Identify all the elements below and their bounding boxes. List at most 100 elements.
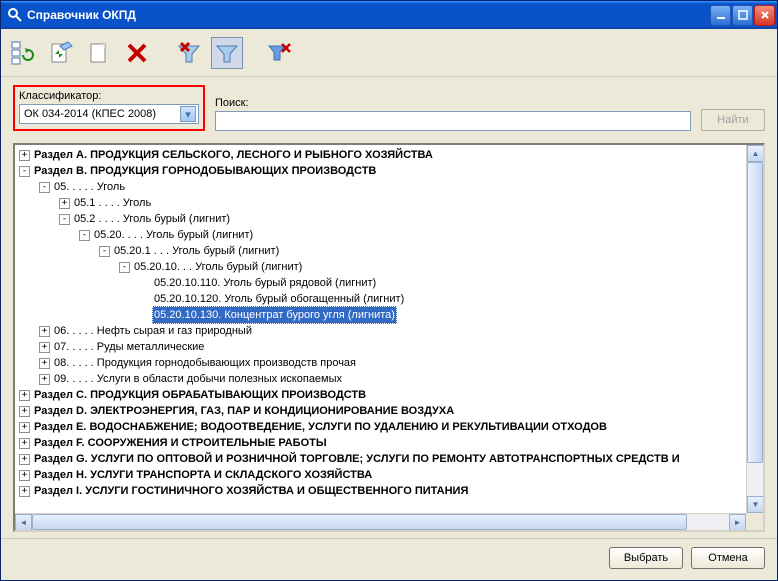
tree-node[interactable]: 05.20.10.110. Уголь бурый рядовой (лигни… xyxy=(19,275,742,291)
horizontal-scrollbar[interactable]: ◄ ► xyxy=(15,513,746,530)
expand-icon[interactable]: + xyxy=(19,454,30,465)
tree-node[interactable]: -05.20.1 . . . Уголь бурый (лигнит) xyxy=(19,243,742,259)
tree-node-label: Раздел D. ЭЛЕКТРОЭНЕРГИЯ, ГАЗ, ПАР И КОН… xyxy=(34,403,454,419)
tree-node-label: 05.20.1 . . . Уголь бурый (лигнит) xyxy=(114,243,279,259)
tree-node[interactable]: +08. . . . . Продукция горнодобывающих п… xyxy=(19,355,742,371)
scroll-corner xyxy=(746,513,763,530)
scroll-thumb[interactable] xyxy=(32,514,687,530)
collapse-icon[interactable]: - xyxy=(59,214,70,225)
expand-icon[interactable]: + xyxy=(39,358,50,369)
tree-node-label: Раздел H. УСЛУГИ ТРАНСПОРТА И СКЛАДСКОГО… xyxy=(34,467,372,483)
filter-panel: Классификатор: ОК 034-2014 (КПЕС 2008) ▾… xyxy=(1,77,777,143)
minimize-button[interactable] xyxy=(710,5,731,26)
expand-icon[interactable]: + xyxy=(19,470,30,481)
dialog-footer: Выбрать Отмена xyxy=(1,538,777,580)
tree-node[interactable]: 05.20.10.120. Уголь бурый обогащенный (л… xyxy=(19,291,742,307)
tree-node[interactable]: + Раздел D. ЭЛЕКТРОЭНЕРГИЯ, ГАЗ, ПАР И КО… xyxy=(19,403,742,419)
titlebar[interactable]: Справочник ОКПД xyxy=(1,1,777,29)
tree-node-label: 05.20. . . . Уголь бурый (лигнит) xyxy=(94,227,253,243)
expand-icon[interactable]: + xyxy=(39,326,50,337)
tree-node-label: 05. . . . . Уголь xyxy=(54,179,125,195)
delete-button[interactable] xyxy=(121,37,153,69)
tree-node[interactable]: + Раздел F. СООРУЖЕНИЯ И СТРОИТЕЛЬНЫЕ РАБ… xyxy=(19,435,742,451)
classifier-value: ОК 034-2014 (КПЕС 2008) xyxy=(24,108,156,120)
scroll-down-icon[interactable]: ▼ xyxy=(747,496,764,513)
tree-node[interactable]: +05.1 . . . . Уголь xyxy=(19,195,742,211)
tree-node-label: Раздел B. ПРОДУКЦИЯ ГОРНОДОБЫВАЮЩИХ ПРОИ… xyxy=(34,163,376,179)
tree-node[interactable]: -05.20. . . . Уголь бурый (лигнит) xyxy=(19,227,742,243)
tree-node-label: Раздел G. УСЛУГИ ПО ОПТОВОЙ И РОЗНИЧНОЙ … xyxy=(34,451,680,467)
search-label: Поиск: xyxy=(215,97,691,109)
scroll-right-icon[interactable]: ► xyxy=(729,514,746,531)
filter-clear-button[interactable] xyxy=(173,37,205,69)
expand-icon[interactable]: + xyxy=(39,374,50,385)
cancel-button[interactable]: Отмена xyxy=(691,547,765,569)
expand-icon[interactable]: + xyxy=(19,438,30,449)
tree-node[interactable]: -05. . . . . Уголь xyxy=(19,179,742,195)
refresh-tree-button[interactable] xyxy=(7,37,39,69)
filter-settings-button[interactable] xyxy=(263,37,295,69)
tree-node-label: Раздел C. ПРОДУКЦИЯ ОБРАБАТЫВАЮЩИХ ПРОИЗ… xyxy=(34,387,366,403)
scroll-up-icon[interactable]: ▲ xyxy=(747,145,764,162)
tree-container: + Раздел A. ПРОДУКЦИЯ СЕЛЬСКОГО, ЛЕСНОГО … xyxy=(13,143,765,532)
collapse-icon[interactable]: - xyxy=(79,230,90,241)
tree-node[interactable]: +09. . . . . Услуги в области добычи пол… xyxy=(19,371,742,387)
close-button[interactable] xyxy=(754,5,775,26)
classifier-label: Классификатор: xyxy=(19,90,199,102)
app-icon xyxy=(7,7,23,23)
classifier-select[interactable]: ОК 034-2014 (КПЕС 2008) ▾ xyxy=(19,104,199,124)
tree-node[interactable]: + Раздел H. УСЛУГИ ТРАНСПОРТА И СКЛАДСКОГ… xyxy=(19,467,742,483)
tree-node[interactable]: 05.20.10.130. Концентрат бурого угля (ли… xyxy=(19,307,742,323)
select-button[interactable]: Выбрать xyxy=(609,547,683,569)
tree-node-label: 09. . . . . Услуги в области добычи поле… xyxy=(54,371,342,387)
collapse-icon[interactable]: - xyxy=(119,262,130,273)
tree-node-label: Раздел A. ПРОДУКЦИЯ СЕЛЬСКОГО, ЛЕСНОГО И… xyxy=(34,147,433,163)
scroll-thumb[interactable] xyxy=(747,162,763,463)
tree-node[interactable]: -05.20.10. . . Уголь бурый (лигнит) xyxy=(19,259,742,275)
tree-node[interactable]: + Раздел G. УСЛУГИ ПО ОПТОВОЙ И РОЗНИЧНОЙ… xyxy=(19,451,742,467)
search-group: Поиск: xyxy=(215,97,691,131)
expand-icon[interactable]: + xyxy=(19,390,30,401)
filter-button[interactable] xyxy=(211,37,243,69)
tree-node[interactable]: + Раздел E. ВОДОСНАБЖЕНИЕ; ВОДООТВЕДЕНИЕ,… xyxy=(19,419,742,435)
tree-node-label: Раздел F. СООРУЖЕНИЯ И СТРОИТЕЛЬНЫЕ РАБО… xyxy=(34,435,327,451)
new-button[interactable] xyxy=(83,37,115,69)
find-button[interactable]: Найти xyxy=(701,109,765,131)
tree-node-label: 05.1 . . . . Уголь xyxy=(74,195,151,211)
tree-view[interactable]: + Раздел A. ПРОДУКЦИЯ СЕЛЬСКОГО, ЛЕСНОГО … xyxy=(15,145,746,513)
toolbar xyxy=(1,29,777,77)
vertical-scrollbar[interactable]: ▲ ▼ xyxy=(746,145,763,513)
tree-node-label: 07. . . . . Руды металлические xyxy=(54,339,204,355)
tree-node[interactable]: + Раздел C. ПРОДУКЦИЯ ОБРАБАТЫВАЮЩИХ ПРОИ… xyxy=(19,387,742,403)
export-button[interactable] xyxy=(45,37,77,69)
expand-icon[interactable]: + xyxy=(59,198,70,209)
expand-icon[interactable]: + xyxy=(19,406,30,417)
search-input[interactable] xyxy=(215,111,691,131)
tree-node-label: Раздел I. УСЛУГИ ГОСТИНИЧНОГО ХОЗЯЙСТВА … xyxy=(34,483,468,499)
tree-node-label: Раздел E. ВОДОСНАБЖЕНИЕ; ВОДООТВЕДЕНИЕ, … xyxy=(34,419,607,435)
tree-node-label: 05.20.10. . . Уголь бурый (лигнит) xyxy=(134,259,302,275)
tree-node[interactable]: -05.2 . . . . Уголь бурый (лигнит) xyxy=(19,211,742,227)
tree-node[interactable]: -Раздел B. ПРОДУКЦИЯ ГОРНОДОБЫВАЮЩИХ ПРО… xyxy=(19,163,742,179)
classifier-group: Классификатор: ОК 034-2014 (КПЕС 2008) ▾ xyxy=(13,85,205,131)
expand-icon[interactable]: + xyxy=(39,342,50,353)
collapse-icon[interactable]: - xyxy=(39,182,50,193)
tree-node[interactable]: +07. . . . . Руды металлические xyxy=(19,339,742,355)
maximize-button[interactable] xyxy=(732,5,753,26)
tree-node[interactable]: + Раздел A. ПРОДУКЦИЯ СЕЛЬСКОГО, ЛЕСНОГО … xyxy=(19,147,742,163)
tree-node-label: 05.20.10.130. Концентрат бурого угля (ли… xyxy=(152,306,397,324)
window-title: Справочник ОКПД xyxy=(27,8,710,22)
tree-node-label: 05.20.10.120. Уголь бурый обогащенный (л… xyxy=(154,291,404,307)
scroll-left-icon[interactable]: ◄ xyxy=(15,514,32,531)
tree-node-label: 08. . . . . Продукция горнодобывающих пр… xyxy=(54,355,356,371)
tree-node[interactable]: + Раздел I. УСЛУГИ ГОСТИНИЧНОГО ХОЗЯЙСТВА… xyxy=(19,483,742,499)
collapse-icon[interactable]: - xyxy=(99,246,110,257)
collapse-icon[interactable]: - xyxy=(19,166,30,177)
tree-node-label: 06. . . . . Нефть сырая и газ природный xyxy=(54,323,252,339)
expand-icon[interactable]: + xyxy=(19,486,30,497)
expand-icon[interactable]: + xyxy=(19,422,30,433)
tree-node[interactable]: +06. . . . . Нефть сырая и газ природный xyxy=(19,323,742,339)
chevron-down-icon: ▾ xyxy=(180,106,196,122)
main-window: Справочник ОКПД xyxy=(0,0,778,581)
expand-icon[interactable]: + xyxy=(19,150,30,161)
